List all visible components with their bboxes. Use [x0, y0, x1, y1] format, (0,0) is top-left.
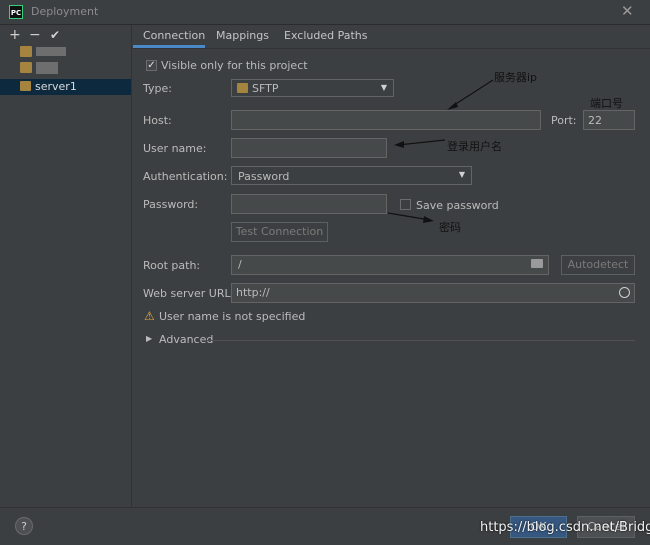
annotation-port: 端口号 [590, 97, 623, 110]
annotation-arrows [387, 79, 494, 223]
help-button[interactable]: ? [15, 517, 33, 535]
annotation-username: 登录用户名 [447, 140, 502, 153]
annotation-password: 密码 [439, 221, 461, 234]
footer-divider [0, 507, 650, 508]
watermark: https://blog.csdn.net/Bridge3 [480, 520, 650, 535]
annotation-server-ip: 服务器ip [494, 71, 538, 84]
